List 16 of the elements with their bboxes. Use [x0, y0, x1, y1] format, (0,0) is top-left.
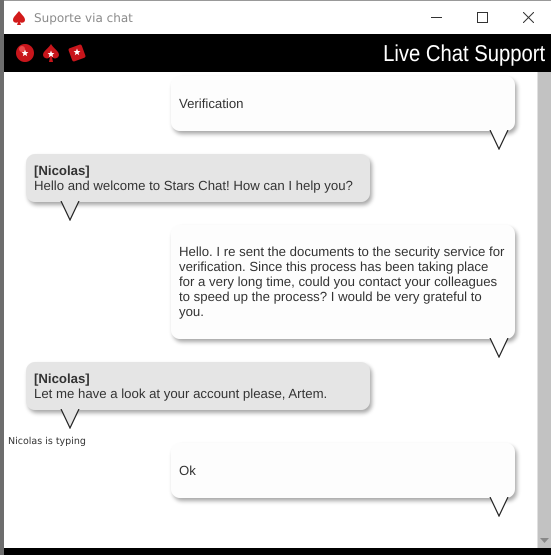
star-spade-icon[interactable]: [40, 42, 62, 64]
message-text: Verification: [179, 96, 244, 110]
spade-icon: [12, 10, 26, 26]
star-ball-icon[interactable]: [14, 42, 36, 64]
window-title: Suporte via chat: [34, 10, 134, 24]
close-icon: [522, 12, 534, 23]
typing-indicator: Nicolas is typing: [8, 436, 86, 447]
maximize-icon: [476, 12, 488, 23]
sender-name: [Nicolas]: [34, 163, 91, 178]
sender-name: [Nicolas]: [34, 371, 91, 386]
message-text: [Nicolas] Hello and welcome to Stars Chat! How can I help you?: [34, 163, 360, 193]
message-text: Ok: [179, 462, 196, 478]
scrollbar[interactable]: [537, 72, 551, 548]
header-title: Live Chat Support: [382, 40, 545, 66]
message-text: Hello. I re sent the documents to the security service for verification. Since this process has been taking place for a very long time, could you contact your colleagues to speed up the process? I would be very grateful to you.: [179, 244, 505, 319]
message-text: [Nicolas] Let me have a look at your account please, Artem.: [34, 371, 360, 401]
